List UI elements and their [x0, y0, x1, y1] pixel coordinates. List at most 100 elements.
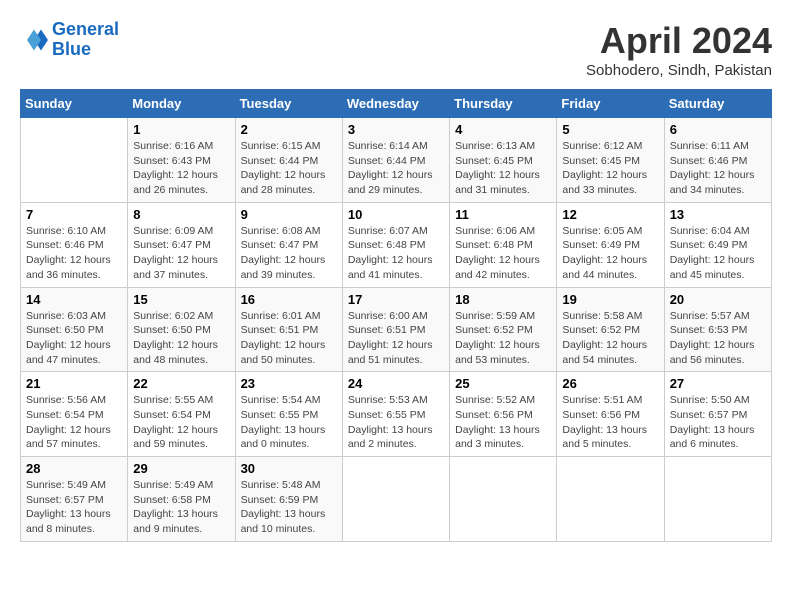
- calendar-cell: 13 Sunrise: 6:04 AM Sunset: 6:49 PM Dayli…: [664, 202, 771, 287]
- weekday-header-saturday: Saturday: [664, 90, 771, 118]
- month-title: April 2024: [586, 20, 772, 62]
- day-number: 20: [670, 292, 766, 307]
- day-info: Sunrise: 6:16 AM Sunset: 6:43 PM Dayligh…: [133, 139, 229, 198]
- day-number: 9: [241, 207, 337, 222]
- weekday-header-tuesday: Tuesday: [235, 90, 342, 118]
- day-info: Sunrise: 6:14 AM Sunset: 6:44 PM Dayligh…: [348, 139, 444, 198]
- day-number: 12: [562, 207, 658, 222]
- day-number: 10: [348, 207, 444, 222]
- weekday-header-row: SundayMondayTuesdayWednesdayThursdayFrid…: [21, 90, 772, 118]
- logo-line2: Blue: [52, 39, 91, 59]
- calendar-cell: 28 Sunrise: 5:49 AM Sunset: 6:57 PM Dayli…: [21, 457, 128, 542]
- weekday-header-thursday: Thursday: [450, 90, 557, 118]
- day-number: 27: [670, 376, 766, 391]
- calendar-cell: 23 Sunrise: 5:54 AM Sunset: 6:55 PM Dayli…: [235, 372, 342, 457]
- calendar-cell: 6Sunrise: 6:11 AM Sunset: 6:46 PM Daylig…: [664, 118, 771, 203]
- day-info: Sunrise: 6:09 AM Sunset: 6:47 PM Dayligh…: [133, 224, 229, 283]
- calendar-cell: 2 Sunrise: 6:15 AM Sunset: 6:44 PM Daylig…: [235, 118, 342, 203]
- calendar-cell: 15 Sunrise: 6:02 AM Sunset: 6:50 PM Dayli…: [128, 287, 235, 372]
- calendar-cell: 25Sunrise: 5:52 AM Sunset: 6:56 PM Dayli…: [450, 372, 557, 457]
- day-number: 3: [348, 122, 444, 137]
- day-number: 18: [455, 292, 551, 307]
- day-number: 25: [455, 376, 551, 391]
- calendar-cell: 19 Sunrise: 5:58 AM Sunset: 6:52 PM Dayli…: [557, 287, 664, 372]
- day-number: 13: [670, 207, 766, 222]
- title-block: April 2024 Sobhodero, Sindh, Pakistan: [586, 20, 772, 79]
- calendar-cell: [21, 118, 128, 203]
- day-info: Sunrise: 6:08 AM Sunset: 6:47 PM Dayligh…: [241, 224, 337, 283]
- calendar-cell: 29 Sunrise: 5:49 AM Sunset: 6:58 PM Dayli…: [128, 457, 235, 542]
- calendar-cell: 16 Sunrise: 6:01 AM Sunset: 6:51 PM Dayli…: [235, 287, 342, 372]
- calendar-cell: [664, 457, 771, 542]
- location: Sobhodero, Sindh, Pakistan: [586, 62, 772, 79]
- day-info: Sunrise: 5:49 AM Sunset: 6:58 PM Dayligh…: [133, 478, 229, 537]
- day-number: 4: [455, 122, 551, 137]
- calendar-cell: 8Sunrise: 6:09 AM Sunset: 6:47 PM Daylig…: [128, 202, 235, 287]
- calendar-cell: [342, 457, 449, 542]
- day-info: Sunrise: 6:00 AM Sunset: 6:51 PM Dayligh…: [348, 309, 444, 368]
- calendar-cell: 18 Sunrise: 5:59 AM Sunset: 6:52 PM Dayli…: [450, 287, 557, 372]
- calendar-cell: 30Sunrise: 5:48 AM Sunset: 6:59 PM Dayli…: [235, 457, 342, 542]
- day-number: 14: [26, 292, 122, 307]
- day-number: 24: [348, 376, 444, 391]
- day-info: Sunrise: 6:15 AM Sunset: 6:44 PM Dayligh…: [241, 139, 337, 198]
- day-info: Sunrise: 5:58 AM Sunset: 6:52 PM Dayligh…: [562, 309, 658, 368]
- day-info: Sunrise: 6:06 AM Sunset: 6:48 PM Dayligh…: [455, 224, 551, 283]
- day-number: 2: [241, 122, 337, 137]
- day-info: Sunrise: 5:57 AM Sunset: 6:53 PM Dayligh…: [670, 309, 766, 368]
- weekday-header-monday: Monday: [128, 90, 235, 118]
- calendar-cell: 24 Sunrise: 5:53 AM Sunset: 6:55 PM Dayli…: [342, 372, 449, 457]
- day-info: Sunrise: 5:56 AM Sunset: 6:54 PM Dayligh…: [26, 393, 122, 452]
- day-number: 23: [241, 376, 337, 391]
- weekday-header-friday: Friday: [557, 90, 664, 118]
- day-info: Sunrise: 5:55 AM Sunset: 6:54 PM Dayligh…: [133, 393, 229, 452]
- day-info: Sunrise: 6:04 AM Sunset: 6:49 PM Dayligh…: [670, 224, 766, 283]
- calendar-week-5: 28 Sunrise: 5:49 AM Sunset: 6:57 PM Dayli…: [21, 457, 772, 542]
- logo-icon: [20, 26, 48, 54]
- logo-line1: General: [52, 19, 119, 39]
- day-info: Sunrise: 5:51 AM Sunset: 6:56 PM Dayligh…: [562, 393, 658, 452]
- calendar-cell: 3 Sunrise: 6:14 AM Sunset: 6:44 PM Daylig…: [342, 118, 449, 203]
- day-info: Sunrise: 5:50 AM Sunset: 6:57 PM Dayligh…: [670, 393, 766, 452]
- day-number: 28: [26, 461, 122, 476]
- day-info: Sunrise: 5:54 AM Sunset: 6:55 PM Dayligh…: [241, 393, 337, 452]
- day-info: Sunrise: 6:01 AM Sunset: 6:51 PM Dayligh…: [241, 309, 337, 368]
- calendar-cell: 27 Sunrise: 5:50 AM Sunset: 6:57 PM Dayli…: [664, 372, 771, 457]
- calendar-cell: 22 Sunrise: 5:55 AM Sunset: 6:54 PM Dayli…: [128, 372, 235, 457]
- calendar-cell: 4 Sunrise: 6:13 AM Sunset: 6:45 PM Daylig…: [450, 118, 557, 203]
- day-info: Sunrise: 6:05 AM Sunset: 6:49 PM Dayligh…: [562, 224, 658, 283]
- calendar-cell: 9 Sunrise: 6:08 AM Sunset: 6:47 PM Daylig…: [235, 202, 342, 287]
- calendar-cell: 10Sunrise: 6:07 AM Sunset: 6:48 PM Dayli…: [342, 202, 449, 287]
- day-info: Sunrise: 5:53 AM Sunset: 6:55 PM Dayligh…: [348, 393, 444, 452]
- day-number: 15: [133, 292, 229, 307]
- calendar-cell: 14 Sunrise: 6:03 AM Sunset: 6:50 PM Dayli…: [21, 287, 128, 372]
- calendar-week-4: 21 Sunrise: 5:56 AM Sunset: 6:54 PM Dayli…: [21, 372, 772, 457]
- day-number: 16: [241, 292, 337, 307]
- day-number: 29: [133, 461, 229, 476]
- day-number: 22: [133, 376, 229, 391]
- day-info: Sunrise: 6:02 AM Sunset: 6:50 PM Dayligh…: [133, 309, 229, 368]
- calendar-cell: [557, 457, 664, 542]
- day-info: Sunrise: 5:49 AM Sunset: 6:57 PM Dayligh…: [26, 478, 122, 537]
- day-number: 19: [562, 292, 658, 307]
- calendar-week-2: 7Sunrise: 6:10 AM Sunset: 6:46 PM Daylig…: [21, 202, 772, 287]
- day-number: 17: [348, 292, 444, 307]
- calendar-cell: 5Sunrise: 6:12 AM Sunset: 6:45 PM Daylig…: [557, 118, 664, 203]
- day-number: 5: [562, 122, 658, 137]
- day-info: Sunrise: 6:11 AM Sunset: 6:46 PM Dayligh…: [670, 139, 766, 198]
- day-info: Sunrise: 5:59 AM Sunset: 6:52 PM Dayligh…: [455, 309, 551, 368]
- calendar-cell: 12 Sunrise: 6:05 AM Sunset: 6:49 PM Dayli…: [557, 202, 664, 287]
- calendar-cell: 17 Sunrise: 6:00 AM Sunset: 6:51 PM Dayli…: [342, 287, 449, 372]
- calendar-cell: 21 Sunrise: 5:56 AM Sunset: 6:54 PM Dayli…: [21, 372, 128, 457]
- day-info: Sunrise: 6:03 AM Sunset: 6:50 PM Dayligh…: [26, 309, 122, 368]
- calendar-week-3: 14 Sunrise: 6:03 AM Sunset: 6:50 PM Dayli…: [21, 287, 772, 372]
- day-number: 21: [26, 376, 122, 391]
- calendar-table: SundayMondayTuesdayWednesdayThursdayFrid…: [20, 89, 772, 542]
- day-number: 11: [455, 207, 551, 222]
- calendar-cell: 11 Sunrise: 6:06 AM Sunset: 6:48 PM Dayli…: [450, 202, 557, 287]
- weekday-header-sunday: Sunday: [21, 90, 128, 118]
- day-number: 26: [562, 376, 658, 391]
- calendar-cell: 7Sunrise: 6:10 AM Sunset: 6:46 PM Daylig…: [21, 202, 128, 287]
- day-number: 1: [133, 122, 229, 137]
- day-info: Sunrise: 6:13 AM Sunset: 6:45 PM Dayligh…: [455, 139, 551, 198]
